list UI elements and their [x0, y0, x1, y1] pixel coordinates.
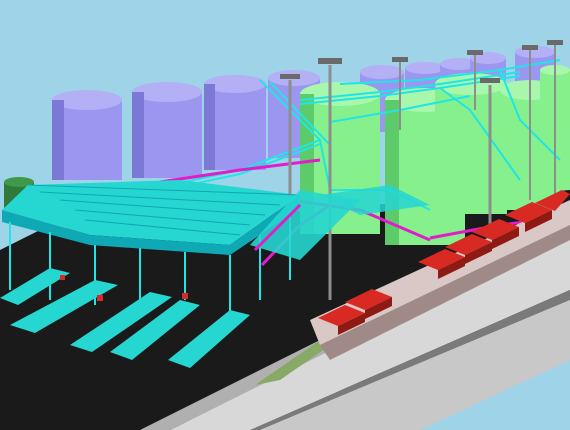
- plant-scene: [0, 0, 570, 430]
- scene-svg: [0, 0, 570, 430]
